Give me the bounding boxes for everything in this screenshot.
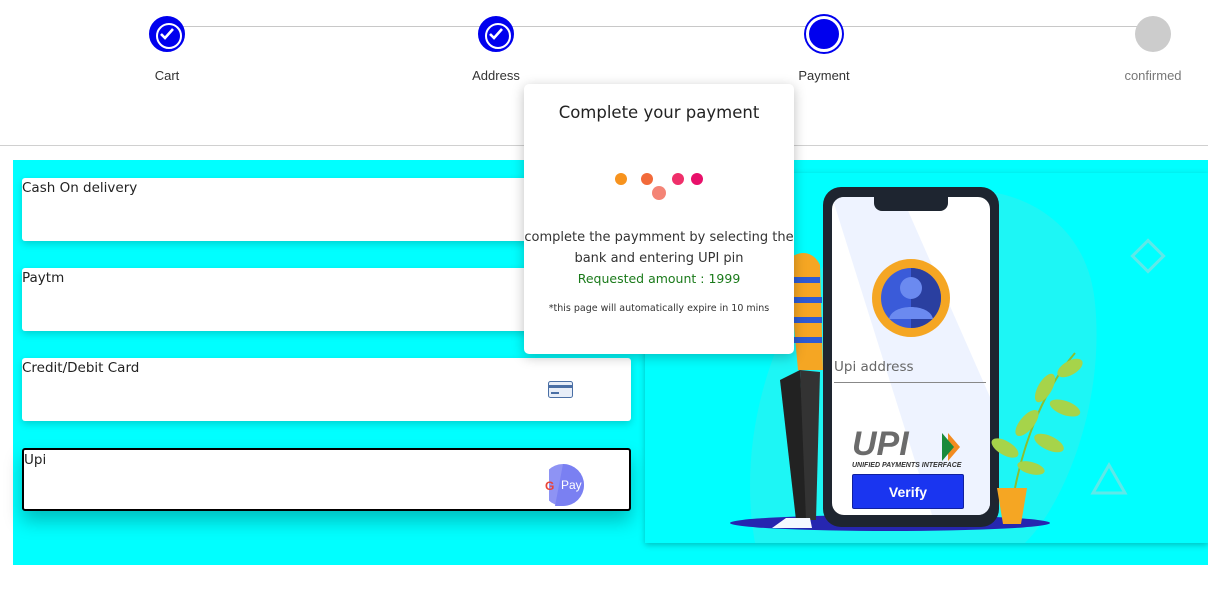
upi-logo: UPI UNIFIED PAYMENTS INTERFACE (852, 425, 972, 473)
step-confirmed: confirmed (1093, 16, 1208, 83)
active-step-icon (806, 16, 842, 52)
expiry-note: *this page will automatically expire in … (548, 303, 770, 314)
loading-dots-icon (615, 173, 703, 200)
modal-message: complete the paymment by selecting the b… (524, 230, 794, 266)
payment-option-card[interactable]: Credit/Debit Card (22, 358, 631, 421)
step-label-confirmed: confirmed (1124, 68, 1182, 83)
payment-option-upi[interactable]: Upi G Pay (22, 448, 631, 511)
check-icon (478, 16, 514, 52)
requested-amount: Requested amount : 1999 (577, 271, 741, 286)
payment-modal: Complete your payment complete the paymm… (524, 84, 794, 354)
option-label: Credit/Debit Card (22, 360, 140, 376)
option-label: Paytm (22, 270, 65, 286)
stepper-line (167, 26, 1153, 27)
upi-logo-subtext: UNIFIED PAYMENTS INTERFACE (852, 462, 962, 469)
step-payment: Payment (764, 16, 884, 83)
gpay-label: Pay (561, 478, 582, 492)
pending-step-icon (1135, 16, 1171, 52)
plant-illustration (991, 352, 1083, 524)
credit-card-icon (548, 381, 573, 402)
modal-title: Complete your payment (558, 103, 760, 122)
phone-screen: Upi address UPI UNIFIED PAYMENTS INTERFA… (832, 197, 990, 515)
phone-mockup: Upi address UPI UNIFIED PAYMENTS INTERFA… (823, 187, 999, 527)
step-cart: Cart (107, 16, 227, 83)
gpay-icon: G Pay (541, 463, 585, 511)
step-label-cart: Cart (154, 68, 180, 83)
step-label-address: Address (472, 68, 520, 83)
phone-notch (874, 197, 948, 211)
user-avatar-icon (872, 259, 950, 337)
verify-button[interactable]: Verify (852, 474, 964, 509)
step-label-payment: Payment (798, 68, 850, 83)
check-icon (149, 16, 185, 52)
upi-address-input[interactable]: Upi address (834, 357, 986, 383)
svg-text:G: G (545, 479, 554, 493)
option-label: Upi (24, 452, 47, 468)
option-label: Cash On delivery (22, 180, 138, 196)
upi-logo-text: UPI (852, 429, 910, 463)
step-address: Address (436, 16, 556, 83)
